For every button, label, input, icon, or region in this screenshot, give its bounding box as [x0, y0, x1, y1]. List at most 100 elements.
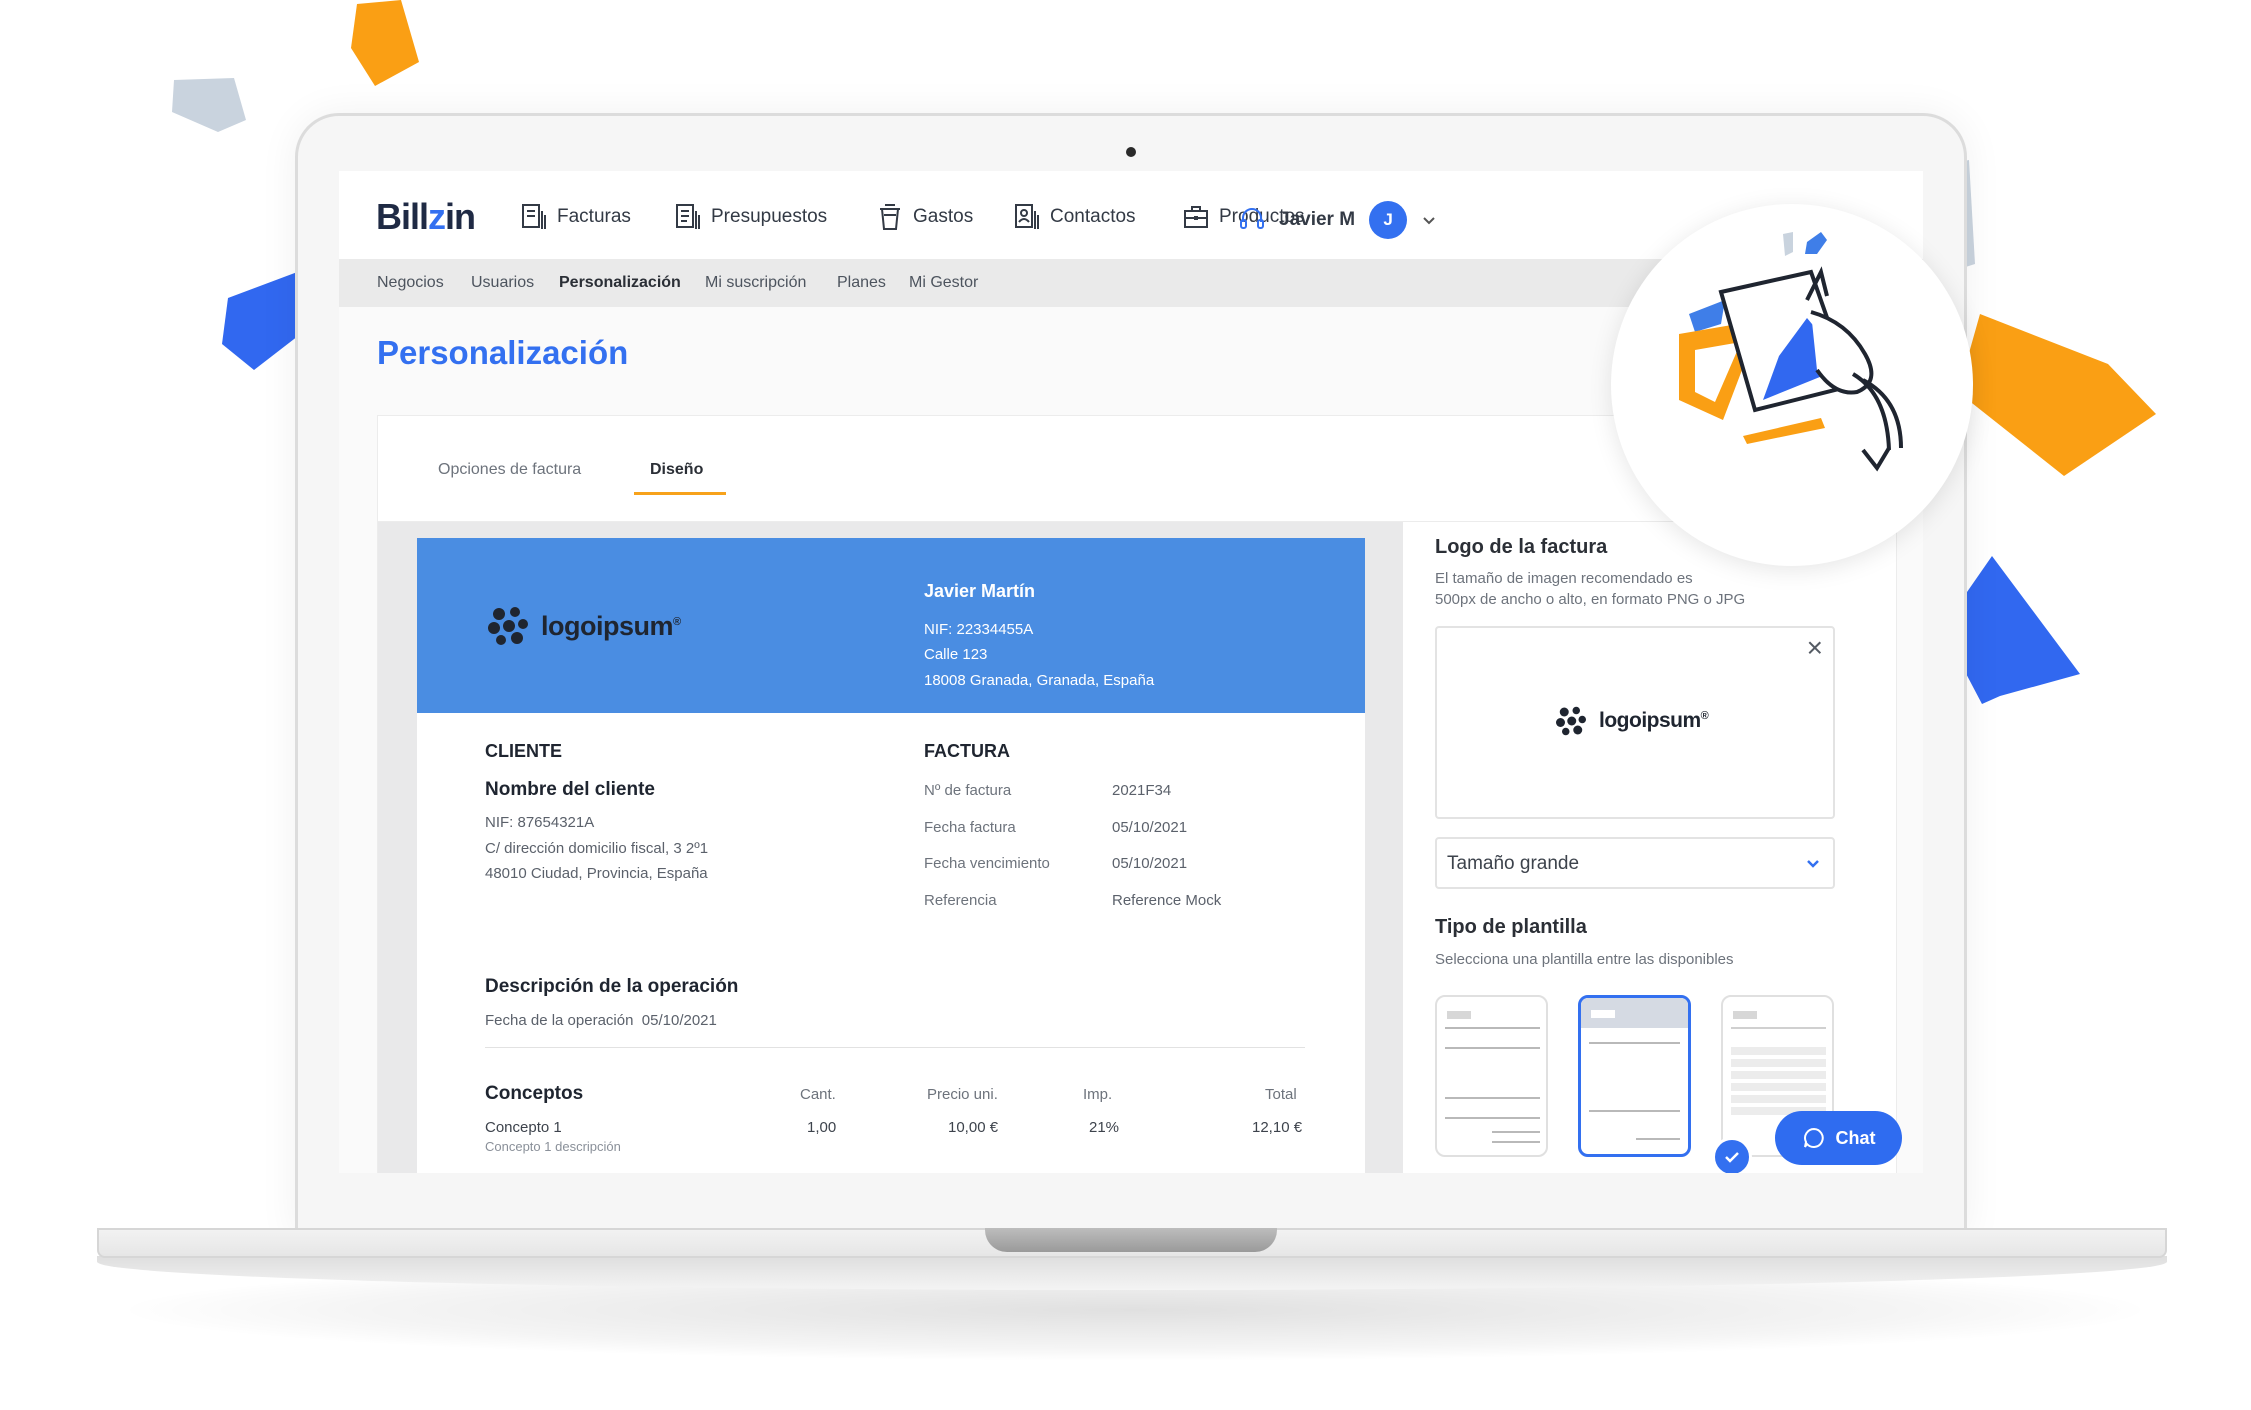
- section-divider: [485, 1047, 1305, 1048]
- concept-qty: 1,00: [807, 1119, 837, 1136]
- detail-label: Nº de factura: [924, 782, 1012, 799]
- template-option-2[interactable]: [1578, 995, 1691, 1157]
- col-header-tax: Imp.: [1083, 1086, 1113, 1103]
- template-section-title: Tipo de plantilla: [1435, 916, 1587, 938]
- operation-date: Fecha de la operación 05/10/2021: [485, 1012, 717, 1029]
- subnav-item-mi-gestor[interactable]: Mi Gestor: [909, 274, 978, 292]
- issuer-street: Calle 123: [924, 646, 988, 663]
- nav-item-facturas[interactable]: Facturas: [521, 203, 631, 231]
- template-line: [1636, 1138, 1680, 1140]
- subnav-item-usuarios[interactable]: Usuarios: [471, 274, 534, 292]
- subnav-item-mi-suscripcion[interactable]: Mi suscripción: [705, 274, 806, 292]
- logo-help-line-2: 500px de ancho o alto, en formato PNG o …: [1435, 591, 1746, 608]
- client-nif: NIF: 87654321A: [485, 814, 595, 831]
- logo-preview-text: logoipsum®: [1599, 709, 1709, 732]
- brand-prefix: Bill: [376, 196, 429, 237]
- concept-price: 10,00 €: [948, 1119, 999, 1136]
- detail-value: Reference Mock: [1112, 892, 1222, 909]
- avatar[interactable]: J: [1369, 201, 1408, 239]
- contacts-icon: [1015, 204, 1039, 229]
- template-line: [1492, 1141, 1540, 1143]
- template-header-block: [1733, 1011, 1757, 1019]
- template-line: [1445, 1027, 1540, 1029]
- active-tab-indicator: [634, 492, 726, 495]
- close-icon[interactable]: ×: [1807, 634, 1823, 662]
- nav-label: Facturas: [557, 206, 631, 227]
- chevron-down-icon: [1807, 860, 1819, 868]
- col-header-price: Precio uni.: [927, 1086, 998, 1103]
- invoice-logo: logoipsum®: [487, 606, 681, 646]
- brand-suffix: in: [445, 196, 476, 237]
- client-section-title: CLIENTE: [485, 741, 563, 761]
- logoipsum-icon: [1556, 706, 1586, 736]
- detail-value: 2021F34: [1112, 782, 1172, 799]
- operation-date-value: 05/10/2021: [641, 1012, 717, 1029]
- logo-size-select[interactable]: Tamaño grande: [1435, 837, 1835, 889]
- invoice-header: logoipsum® Javier Martín NIF: 22334455A …: [417, 538, 1365, 713]
- client-city: 48010 Ciudad, Provincia, España: [485, 865, 708, 882]
- tab-diseno[interactable]: Diseño: [650, 461, 703, 479]
- invoice-section-title: FACTURA: [924, 741, 1010, 761]
- invoice-preview: logoipsum® Javier Martín NIF: 22334455A …: [417, 538, 1365, 1173]
- operation-title: Descripción de la operación: [485, 976, 739, 997]
- template-header-block: [1591, 1010, 1615, 1018]
- paint-brush-document-icon: [1679, 232, 1903, 472]
- logo-help-line-1: El tamaño de imagen recomendado es: [1435, 570, 1693, 587]
- nav-item-contactos[interactable]: Contactos: [1014, 203, 1136, 231]
- user-menu[interactable]: Javier M J: [1239, 201, 1437, 239]
- logo-text: logoipsum®: [541, 610, 681, 641]
- confetti-orange-top: [351, 0, 419, 86]
- template-line: [1445, 1097, 1540, 1099]
- subnav-item-planes[interactable]: Planes: [837, 274, 886, 292]
- detail-label: Referencia: [924, 892, 997, 909]
- nav-label: Contactos: [1050, 206, 1136, 227]
- template-header-block: [1447, 1011, 1471, 1019]
- issuer-city: 18008 Granada, Granada, España: [924, 672, 1155, 689]
- template-line: [1492, 1131, 1540, 1133]
- briefcase-icon: [1184, 206, 1208, 228]
- cup-icon: [880, 204, 900, 230]
- invoice-icon: [522, 204, 546, 229]
- col-header-total: Total: [1265, 1086, 1297, 1103]
- confetti-grey-left: [172, 78, 246, 132]
- concept-total: 12,10 €: [1252, 1119, 1303, 1136]
- issuer-name: Javier Martín: [924, 581, 1036, 601]
- subnav-item-negocios[interactable]: Negocios: [377, 274, 444, 292]
- template-help-text: Selecciona una plantilla entre las dispo…: [1435, 951, 1734, 968]
- chevron-down-icon[interactable]: [1421, 212, 1437, 228]
- nav-label: Gastos: [913, 206, 974, 227]
- template-line: [1589, 1042, 1680, 1044]
- template-line: [1445, 1047, 1540, 1049]
- nav-item-gastos[interactable]: Gastos: [877, 203, 973, 231]
- template-table-block: [1731, 1047, 1826, 1117]
- detail-value: 05/10/2021: [1112, 819, 1188, 836]
- detail-label: Fecha factura: [924, 819, 1016, 836]
- subnav-item-personalizacion[interactable]: Personalización: [559, 274, 681, 292]
- selected-check-icon: [1712, 1137, 1752, 1173]
- col-header-qty: Cant.: [800, 1086, 836, 1103]
- concept-description: Concepto 1 descripción: [485, 1139, 621, 1154]
- laptop-camera: [1126, 147, 1136, 157]
- chat-button[interactable]: Chat: [1775, 1111, 1902, 1165]
- logo-upload-box[interactable]: × logoipsum®: [1435, 626, 1835, 819]
- operation-date-label: Fecha de la operación: [485, 1012, 634, 1029]
- user-name: Javier M: [1279, 209, 1356, 230]
- tab-opciones-de-factura[interactable]: Opciones de factura: [438, 461, 581, 479]
- chat-label: Chat: [1835, 1127, 1876, 1148]
- client-name: Nombre del cliente: [485, 779, 655, 800]
- template-line: [1731, 1027, 1826, 1029]
- brand-logo[interactable]: Billzin: [376, 196, 476, 238]
- detail-label: Fecha vencimiento: [924, 855, 1050, 872]
- template-line: [1589, 1110, 1680, 1112]
- issuer-nif: NIF: 22334455A: [924, 621, 1034, 638]
- nav-label: Presupuestos: [711, 206, 828, 227]
- headset-icon[interactable]: [1239, 206, 1265, 234]
- nav-item-presupuestos[interactable]: Presupuestos: [675, 203, 827, 231]
- template-line: [1445, 1117, 1540, 1119]
- detail-value: 05/10/2021: [1112, 855, 1188, 872]
- logo-help-text: El tamaño de imagen recomendado es 500px…: [1435, 568, 1865, 610]
- concepts-title: Conceptos: [485, 1083, 584, 1104]
- logo-size-value: Tamaño grande: [1447, 853, 1580, 874]
- template-option-1[interactable]: [1435, 995, 1548, 1157]
- chat-bubble-icon: [1803, 1127, 1824, 1148]
